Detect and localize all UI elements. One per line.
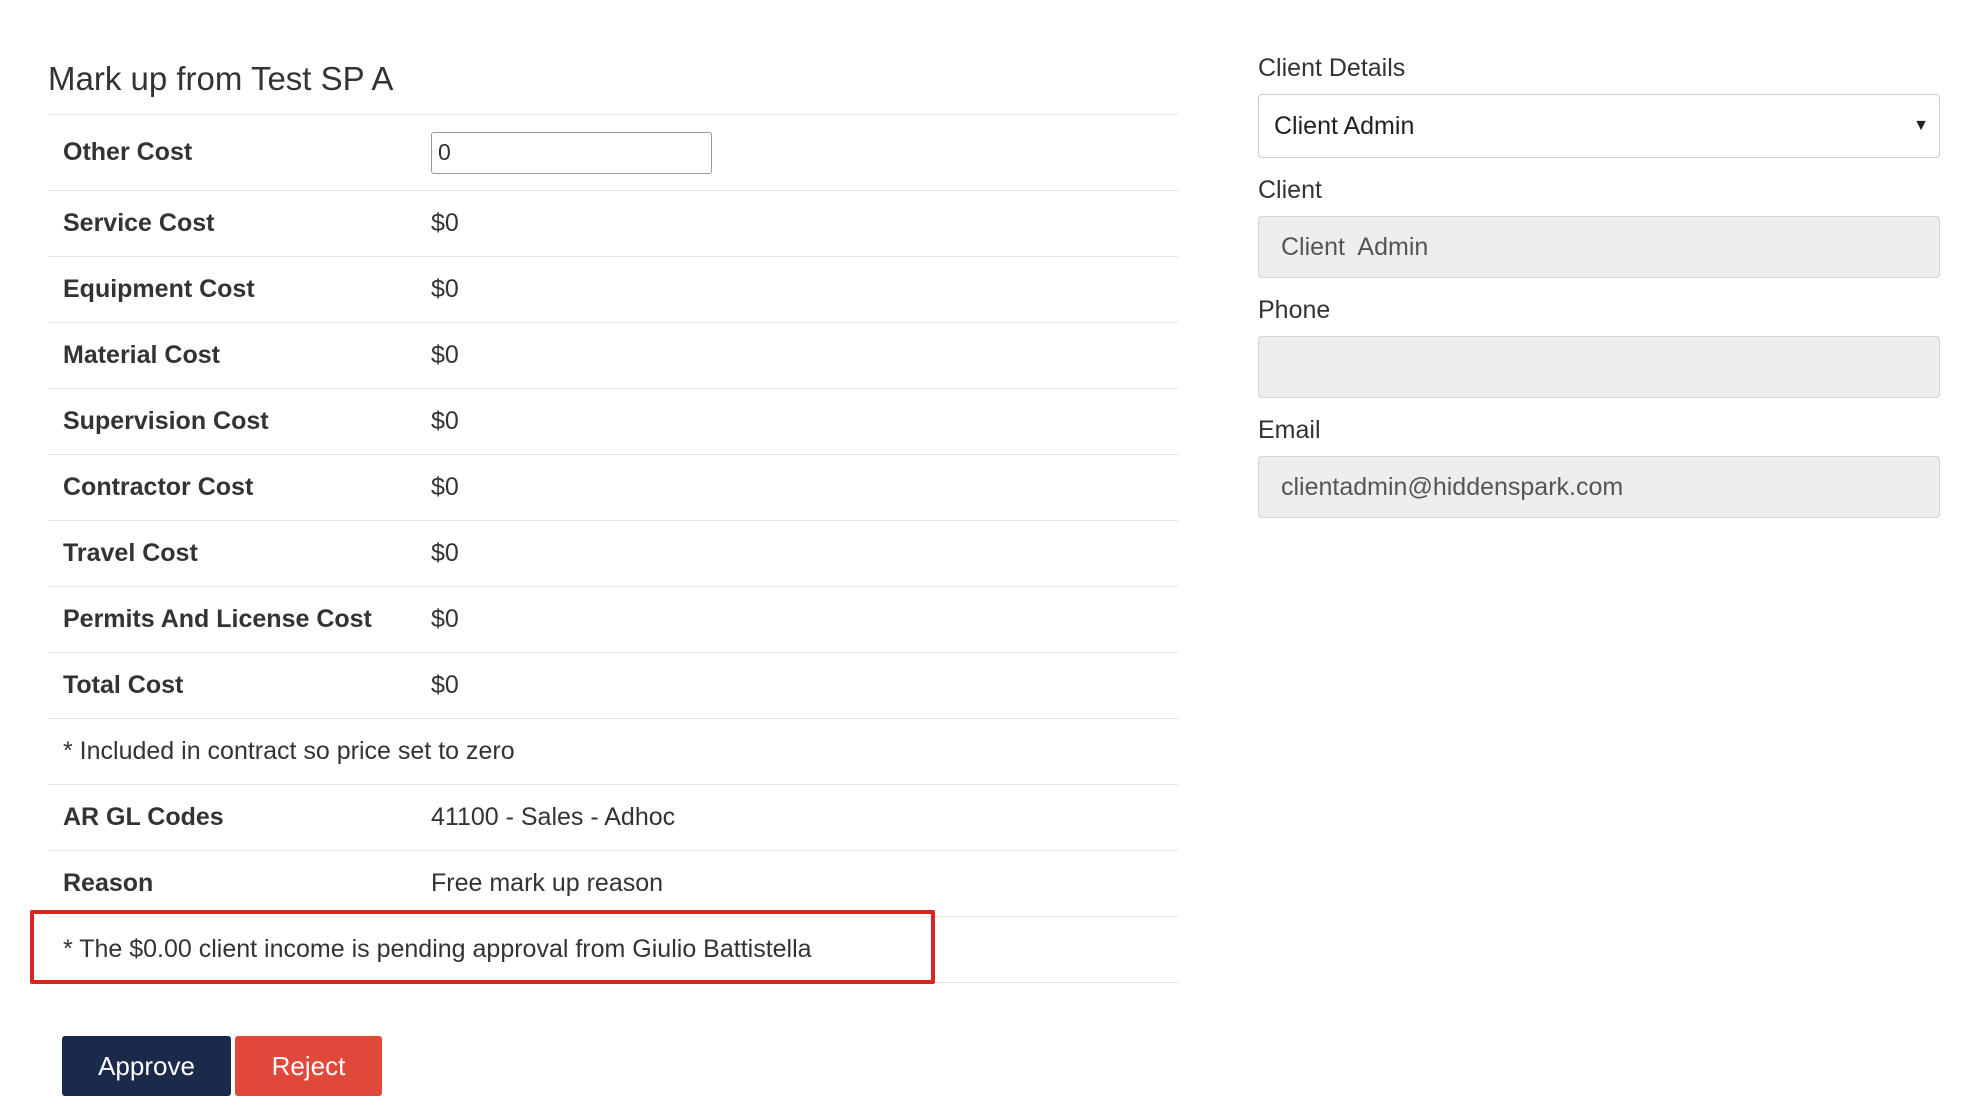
supervision-cost-value: $0: [416, 388, 1178, 455]
table-row: Contractor Cost $0: [48, 454, 1178, 521]
client-label: Client: [1258, 176, 1322, 204]
action-buttons: Approve Reject: [62, 1036, 386, 1096]
reject-button[interactable]: Reject: [235, 1036, 382, 1096]
total-cost-value: $0: [416, 652, 1178, 719]
gl-codes-value: 41100 - Sales - Adhoc: [416, 784, 1178, 851]
contractor-cost-value: $0: [416, 454, 1178, 521]
phone-label: Phone: [1258, 296, 1331, 324]
service-cost-label: Service Cost: [48, 190, 416, 257]
equipment-cost-value: $0: [416, 256, 1178, 323]
table-row: Equipment Cost $0: [48, 256, 1178, 323]
caret-down-icon: ▼: [1913, 117, 1929, 134]
material-cost-value: $0: [416, 322, 1178, 389]
supervision-cost-label: Supervision Cost: [48, 388, 416, 455]
table-row: Service Cost $0: [48, 190, 1178, 257]
table-row: AR GL Codes 41100 - Sales - Adhoc: [48, 784, 1178, 851]
email-label: Email: [1258, 416, 1321, 444]
gl-codes-label: AR GL Codes: [48, 784, 416, 851]
table-row: Material Cost $0: [48, 322, 1178, 389]
table-row: Supervision Cost $0: [48, 388, 1178, 455]
reason-value: Free mark up reason: [416, 850, 1178, 917]
email-field[interactable]: clientadmin@hiddenspark.com: [1258, 456, 1940, 518]
equipment-cost-label: Equipment Cost: [48, 256, 416, 323]
client-details-label: Client Details: [1258, 54, 1406, 82]
service-cost-value: $0: [416, 190, 1178, 257]
table-row: Permits And License Cost $0: [48, 586, 1178, 653]
permits-cost-value: $0: [416, 586, 1178, 653]
travel-cost-value: $0: [416, 520, 1178, 587]
total-cost-label: Total Cost: [48, 652, 416, 719]
reason-label: Reason: [48, 850, 416, 917]
cost-table: Other Cost Service Cost $0 Equipment Cos…: [48, 114, 1178, 983]
contract-note: * Included in contract so price set to z…: [48, 718, 1178, 785]
approve-button[interactable]: Approve: [62, 1036, 231, 1096]
contractor-cost-label: Contractor Cost: [48, 454, 416, 521]
table-row: Travel Cost $0: [48, 520, 1178, 587]
page-title: Mark up from Test SP A: [48, 60, 394, 97]
table-row: Other Cost: [48, 114, 1178, 191]
client-details-selected: Client Admin: [1274, 112, 1415, 140]
other-cost-input[interactable]: [431, 131, 712, 174]
phone-field[interactable]: [1258, 336, 1940, 398]
client-details-select[interactable]: Client Admin ▼: [1258, 94, 1940, 158]
travel-cost-label: Travel Cost: [48, 520, 416, 587]
table-row: Total Cost $0: [48, 652, 1178, 719]
client-details-panel: Client Details Client Admin ▼ Client Cli…: [1258, 52, 1940, 534]
other-cost-label: Other Cost: [48, 114, 416, 191]
client-field[interactable]: Client Admin: [1258, 216, 1940, 278]
table-row: * Included in contract so price set to z…: [48, 718, 1178, 785]
pending-approval-note: * The $0.00 client income is pending app…: [48, 916, 1178, 983]
table-row: Reason Free mark up reason: [48, 850, 1178, 917]
permits-cost-label: Permits And License Cost: [48, 586, 416, 653]
markup-panel: Mark up from Test SP A Other Cost Servic…: [48, 58, 1178, 983]
material-cost-label: Material Cost: [48, 322, 416, 389]
table-row: * The $0.00 client income is pending app…: [48, 916, 1178, 983]
